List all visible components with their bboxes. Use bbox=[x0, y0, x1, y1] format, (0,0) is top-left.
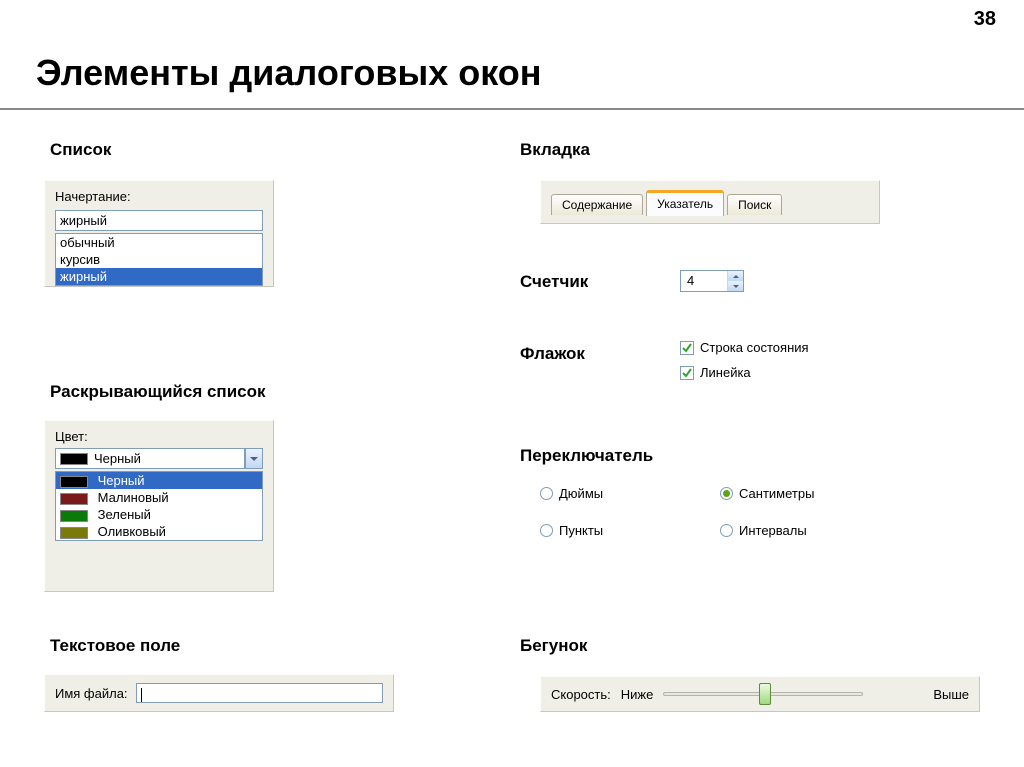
tab-contents[interactable]: Содержание bbox=[551, 194, 643, 215]
tab-index[interactable]: Указатель bbox=[646, 190, 724, 216]
checkbox-ruler[interactable]: Линейка bbox=[680, 365, 809, 380]
radio-label: Интервалы bbox=[739, 523, 807, 538]
radio-intervals[interactable]: Интервалы bbox=[720, 523, 900, 538]
radio-circle bbox=[720, 524, 733, 537]
dropdown-value-label: Черный bbox=[94, 451, 141, 466]
list-item[interactable]: курсив bbox=[56, 251, 262, 268]
radio-label: Пункты bbox=[559, 523, 603, 538]
counter-spinner[interactable]: 4 bbox=[680, 270, 744, 292]
dropdown-item-label: Малиновый bbox=[98, 490, 169, 505]
slider-min-label: Ниже bbox=[621, 687, 654, 702]
section-list: Список bbox=[50, 140, 111, 160]
section-tabs: Вкладка bbox=[520, 140, 590, 160]
tab-row: Содержание Указатель Поиск bbox=[551, 189, 869, 215]
color-swatch bbox=[60, 493, 88, 505]
chevron-down-icon bbox=[250, 457, 258, 461]
checkbox-label: Линейка bbox=[700, 365, 751, 380]
radio-circle bbox=[540, 524, 553, 537]
slider-thumb[interactable] bbox=[759, 683, 771, 705]
counter-value[interactable]: 4 bbox=[681, 271, 727, 291]
list-value-input[interactable]: жирный bbox=[55, 210, 263, 231]
radio-inches[interactable]: Дюймы bbox=[540, 486, 720, 501]
color-swatch bbox=[60, 476, 88, 488]
radio-points[interactable]: Пункты bbox=[540, 523, 720, 538]
checkbox-status-bar[interactable]: Строка состояния bbox=[680, 340, 809, 355]
listbox[interactable]: обычный курсив жирный bbox=[55, 233, 263, 286]
dropdown-item-label: Зеленый bbox=[98, 507, 151, 522]
slider-max-label: Выше bbox=[933, 687, 969, 702]
dropdown-item[interactable]: Оливковый bbox=[56, 523, 262, 540]
page-title: Элементы диалоговых окон bbox=[36, 52, 542, 94]
section-radio: Переключатель bbox=[520, 446, 653, 466]
checkbox-box bbox=[680, 341, 694, 355]
chevron-down-icon bbox=[733, 285, 739, 288]
page-number: 38 bbox=[974, 8, 996, 31]
dropdown-label: Цвет: bbox=[55, 429, 263, 444]
color-swatch bbox=[60, 527, 88, 539]
spinner-up-button[interactable] bbox=[728, 271, 743, 281]
section-slider: Бегунок bbox=[520, 636, 587, 656]
dropdown-item-label: Черный bbox=[98, 473, 145, 488]
dropdown-listbox[interactable]: Черный Малиновый Зеленый Оливковый bbox=[55, 471, 263, 541]
list-label: Начертание: bbox=[55, 189, 263, 204]
radio-label: Дюймы bbox=[559, 486, 603, 501]
text-caret bbox=[141, 688, 142, 702]
slider-track[interactable] bbox=[663, 683, 863, 705]
dropdown-button[interactable] bbox=[245, 448, 263, 469]
spinner-down-button[interactable] bbox=[728, 281, 743, 291]
radio-dot-icon bbox=[723, 490, 730, 497]
textfield-input[interactable] bbox=[136, 683, 383, 703]
textfield-label: Имя файла: bbox=[55, 686, 128, 701]
color-swatch bbox=[60, 453, 88, 465]
color-swatch bbox=[60, 510, 88, 522]
radio-circle bbox=[540, 487, 553, 500]
checkbox-label: Строка состояния bbox=[700, 340, 809, 355]
checkbox-box bbox=[680, 366, 694, 380]
slider-label: Скорость: bbox=[551, 687, 611, 702]
section-dropdown: Раскрывающийся список bbox=[50, 382, 266, 402]
dropdown-item[interactable]: Черный bbox=[56, 472, 262, 489]
section-textfield: Текстовое поле bbox=[50, 636, 180, 656]
check-icon bbox=[682, 368, 692, 378]
dropdown-value[interactable]: Черный bbox=[55, 448, 245, 469]
radio-circle bbox=[720, 487, 733, 500]
dropdown-item-label: Оливковый bbox=[98, 524, 166, 539]
chevron-up-icon bbox=[733, 275, 739, 278]
section-checkbox: Флажок bbox=[520, 344, 585, 364]
list-item[interactable]: жирный bbox=[56, 268, 262, 285]
tab-search[interactable]: Поиск bbox=[727, 194, 782, 215]
dropdown-item[interactable]: Зеленый bbox=[56, 506, 262, 523]
check-icon bbox=[682, 343, 692, 353]
list-item[interactable]: обычный bbox=[56, 234, 262, 251]
radio-label: Сантиметры bbox=[739, 486, 814, 501]
dropdown-item[interactable]: Малиновый bbox=[56, 489, 262, 506]
section-counter: Счетчик bbox=[520, 272, 588, 292]
radio-centimeters[interactable]: Сантиметры bbox=[720, 486, 900, 501]
title-rule bbox=[0, 108, 1024, 110]
